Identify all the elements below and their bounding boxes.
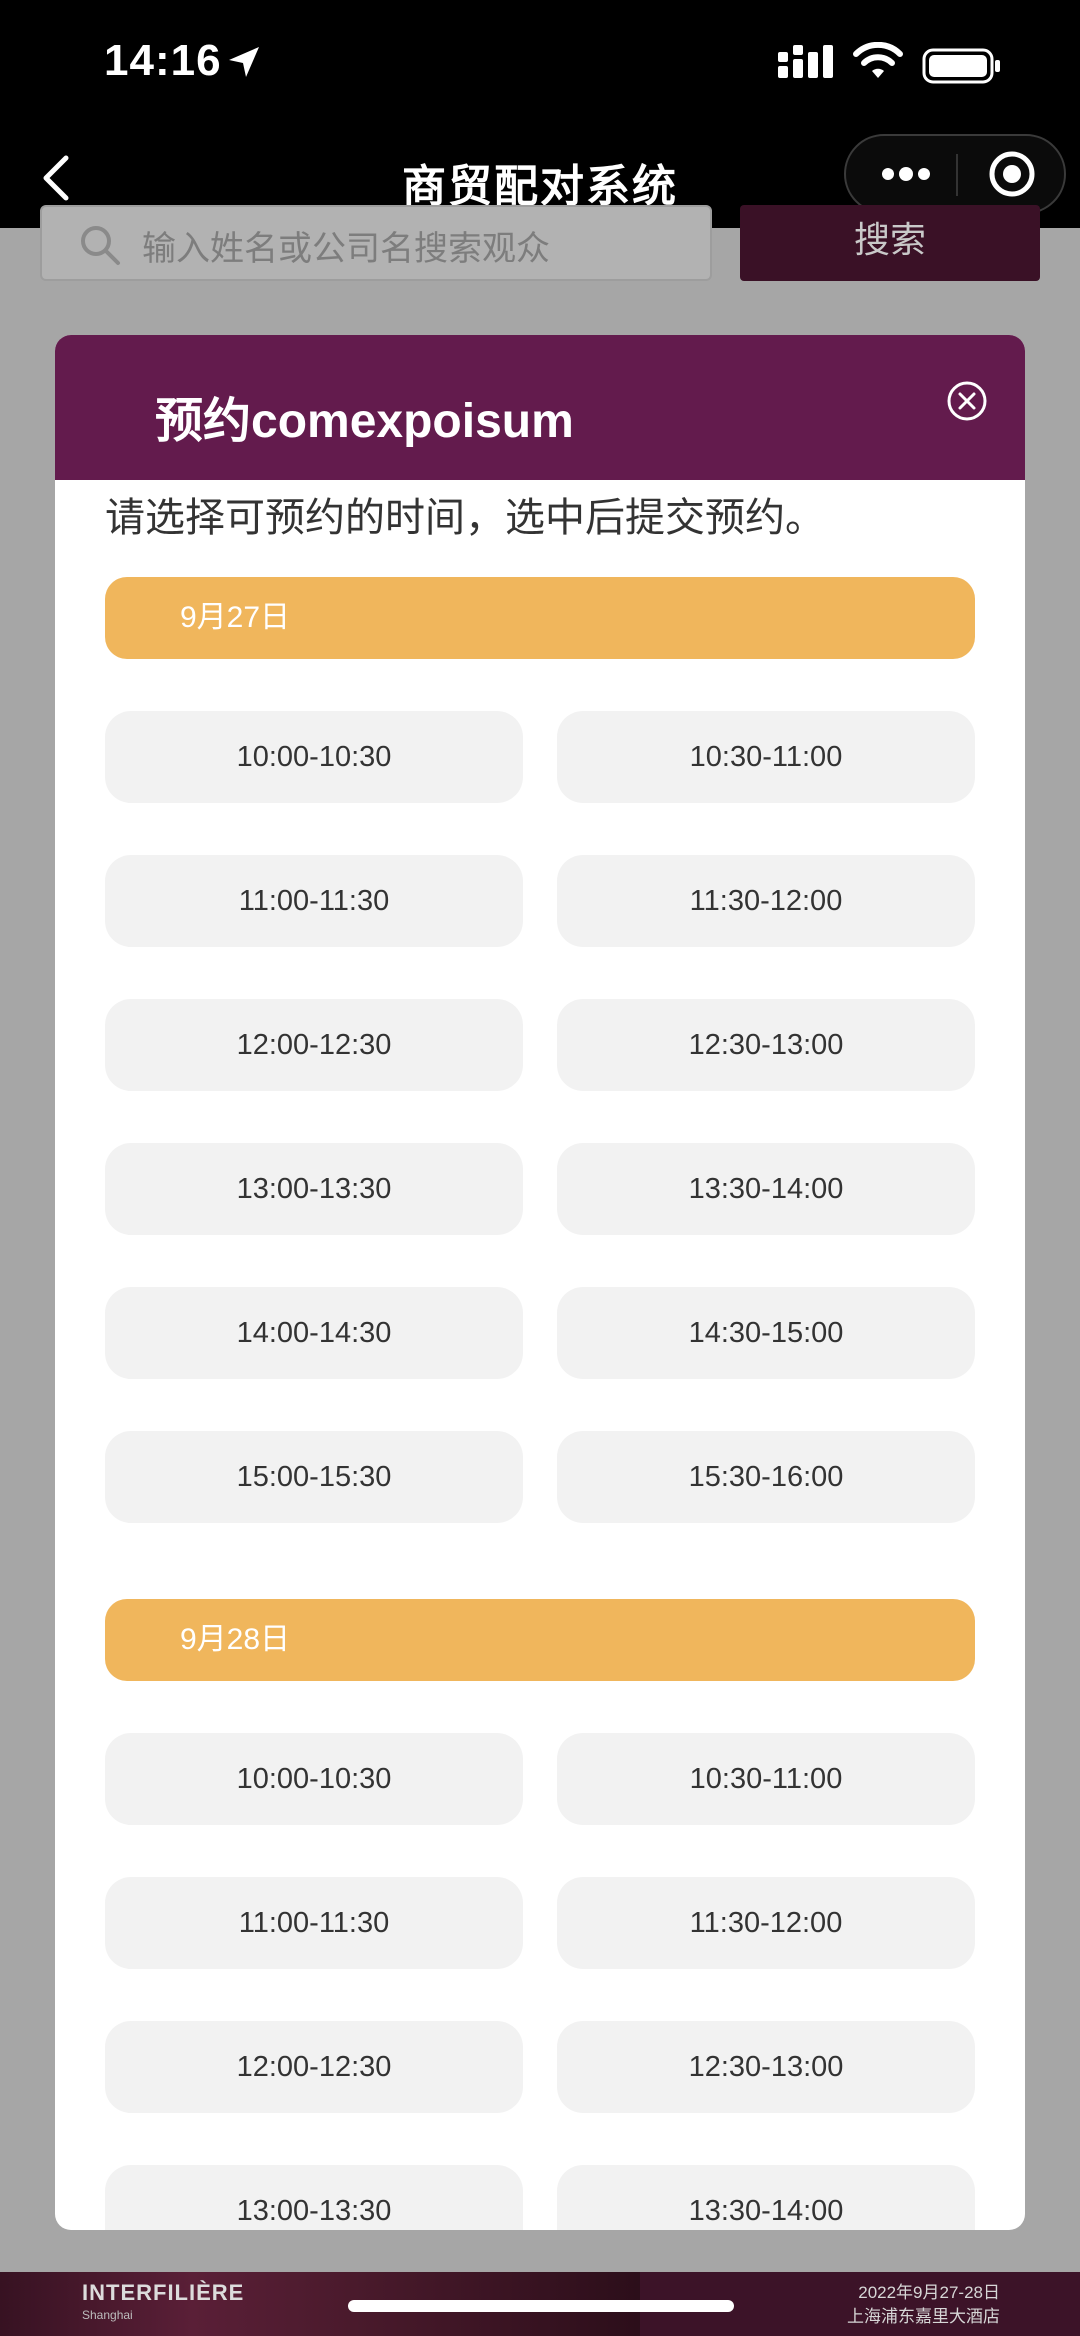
time-slot[interactable]: 10:30-11:00 [557,711,975,803]
banner-date: 2022年9月27-28日 [858,2283,1000,2302]
status-time: 14:16 [104,36,222,85]
time-slot[interactable]: 11:30-12:00 [557,1877,975,1969]
banner-venue: 上海浦东嘉里大酒店 [847,2307,1000,2326]
time-slot[interactable]: 13:00-13:30 [105,1143,523,1235]
banner-logo: INTERFILIÈRE [82,2280,245,2305]
search-icon [81,226,120,265]
search-placeholder: 输入姓名或公司名搜索观众 [142,230,550,268]
date-header: 9月28日 [105,1599,975,1681]
time-slot[interactable]: 11:00-11:30 [105,855,523,947]
time-slot[interactable]: 14:30-15:00 [557,1287,975,1379]
time-slot[interactable]: 15:00-15:30 [105,1431,523,1523]
time-slot[interactable]: 11:00-11:30 [105,1877,523,1969]
modal-title: 预约comexpoisum [155,395,574,448]
close-icon[interactable] [945,379,989,423]
location-arrow-icon [229,47,259,77]
time-slot[interactable]: 12:00-12:30 [105,999,523,1091]
instruction-text: 请选择可预约的时间，选中后提交预约。 [105,496,825,540]
time-slot[interactable]: 12:00-12:30 [105,2021,523,2113]
time-slot[interactable]: 14:00-14:30 [105,1287,523,1379]
banner-logo-sub: Shanghai [82,2308,133,2322]
time-slot[interactable]: 13:00-13:30 [105,2165,523,2230]
home-indicator[interactable] [348,2300,734,2312]
time-slot[interactable]: 13:30-14:00 [557,2165,975,2230]
cellular-signal-icon [778,45,833,78]
time-slot[interactable]: 12:30-13:00 [557,999,975,1091]
time-slot[interactable]: 10:30-11:00 [557,1733,975,1825]
close-mini-program-icon[interactable] [986,148,1038,200]
time-slot[interactable]: 10:00-10:30 [105,711,523,803]
time-slot[interactable]: 15:30-16:00 [557,1431,975,1523]
status-bar: 14:16 [0,0,1080,128]
more-dots-icon[interactable] [876,154,936,194]
mini-program-capsule [844,134,1066,214]
time-slot[interactable]: 11:30-12:00 [557,855,975,947]
capsule-divider [956,154,958,196]
search-button[interactable]: 搜索 [740,205,1040,281]
modal-header: 预约comexpoisum [55,335,1025,480]
booking-modal: 预约comexpoisum 请选择可预约的时间，选中后提交预约。 9月27日 1… [55,335,1025,2230]
search-input[interactable]: 输入姓名或公司名搜索观众 [40,205,712,281]
battery-icon [922,48,1000,84]
time-slot[interactable]: 10:00-10:30 [105,1733,523,1825]
wifi-icon [853,42,903,78]
date-header: 9月27日 [105,577,975,659]
time-slot[interactable]: 13:30-14:00 [557,1143,975,1235]
time-slot[interactable]: 12:30-13:00 [557,2021,975,2113]
